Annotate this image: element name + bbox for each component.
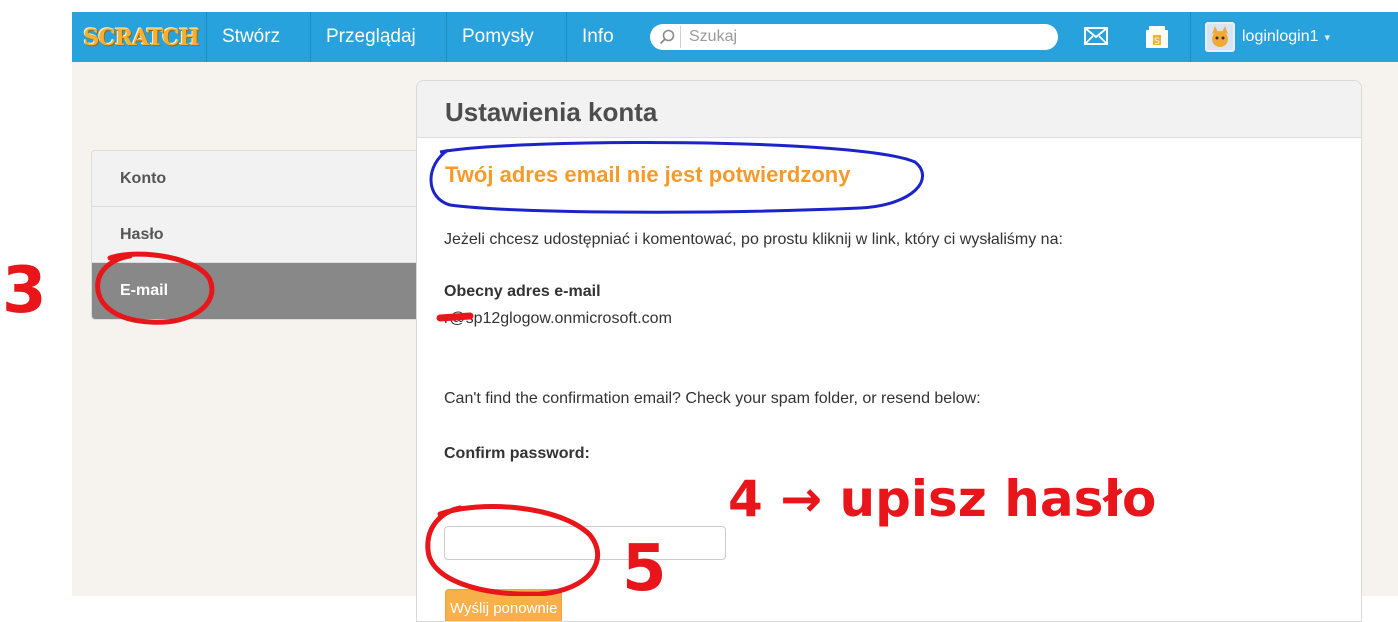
sidebar-item-email[interactable]: E-mail [92,263,417,319]
settings-sidebar: Konto Hasło E-mail [91,150,418,320]
messages-icon[interactable] [1084,26,1108,51]
sidebar-item-password[interactable]: Hasło [92,207,417,263]
nav-ideas[interactable]: Pomysły [446,12,549,62]
account-settings-panel: Ustawienia konta Twój adres email nie je… [416,80,1362,622]
unconfirmed-email-alert: Twój adres email nie jest potwierdzony [445,162,851,187]
chevron-down-icon[interactable]: ▾ [1325,31,1331,44]
username: loginlogin1 [1242,28,1319,45]
search-input[interactable] [687,27,1051,47]
avatar [1205,22,1235,52]
nav-create[interactable]: Stwórz [206,12,295,62]
search-icon[interactable] [654,26,681,48]
svg-text:S: S [1154,37,1160,47]
scratch-logo[interactable]: SCRATCH [83,24,199,52]
step-3-annotation: 3 [2,254,47,328]
nav-info[interactable]: Info [566,12,629,62]
confirm-password-input[interactable] [444,526,726,560]
top-navigation-bar: SCRATCH Stwórz Przeglądaj Pomysły Info S [72,12,1398,62]
user-menu[interactable]: loginlogin1 ▾ [1190,12,1330,62]
sidebar-item-account[interactable]: Konto [92,151,417,207]
confirm-password-label: Confirm password: [444,445,590,462]
resend-button[interactable]: Wyślij ponownie [445,589,563,621]
resend-info-text: Can't find the confirmation email? Check… [444,390,981,407]
search-box[interactable] [650,24,1058,50]
my-stuff-icon[interactable]: S [1144,24,1170,55]
current-email-label: Obecny adres e-mail [444,283,601,300]
nav-explore[interactable]: Przeglądaj [310,12,431,62]
page-title: Ustawienia konta [417,81,1361,138]
current-email-value: r@sp12glogow.onmicrosoft.com [444,310,672,327]
confirmation-info-text: Jeżeli chcesz udostępniać i komentować, … [444,231,1063,248]
